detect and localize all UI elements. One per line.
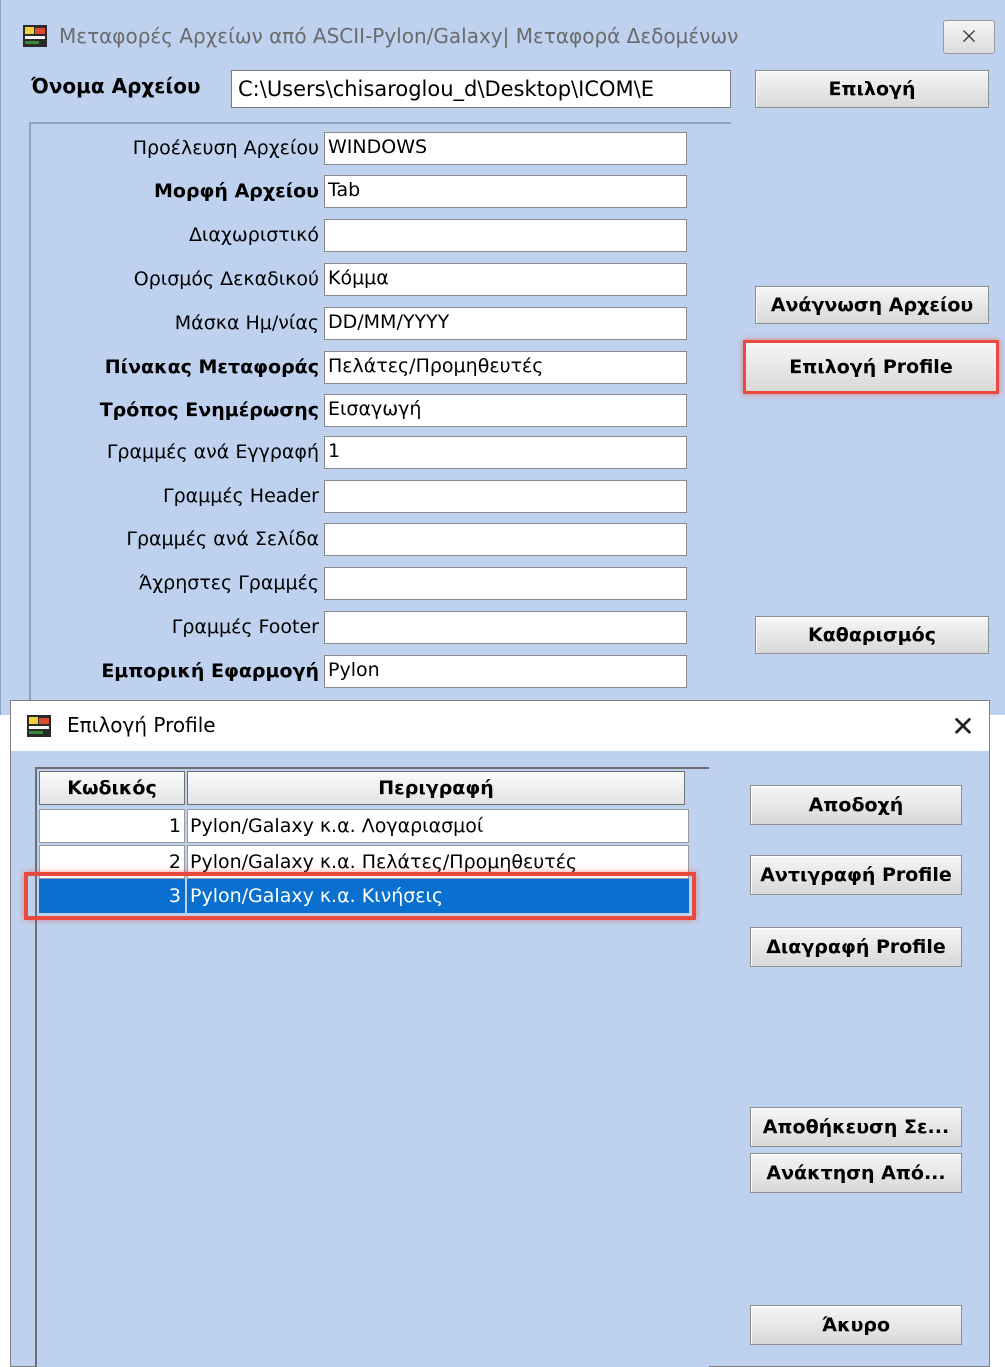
dialog-titlebar: Επιλογή Profile ✕ [11,701,989,751]
field-label-lines-per-record: Γραμμές ανά Εγγραφή [106,441,319,463]
main-window: Μεταφορές Αρχείων από ASCII-Pylon/Galaxy… [0,0,1005,722]
field-label-file-format: Μορφή Αρχείου [154,180,319,202]
field-label-date-mask: Μάσκα Ημ/νίας [174,312,319,334]
cancel-button[interactable]: Άκυρο [750,1305,962,1345]
field-label-separator: Διαχωριστικό [188,224,319,246]
read-file-button[interactable]: Ανάγνωση Αρχείου [755,286,989,324]
delete-profile-button[interactable]: Διαγραφή Profile [750,927,962,967]
field-label-commercial-app: Εμπορική Εφαρμογή [101,660,319,682]
field-label-file-origin: Προέλευση Αρχείου [132,137,319,159]
field-file-format[interactable]: Tab [324,175,687,208]
close-icon[interactable]: ✕ [943,707,983,747]
clear-button[interactable]: Καθαρισμός [755,616,989,654]
main-window-title: Μεταφορές Αρχείων από ASCII-Pylon/Galaxy… [59,24,739,48]
field-update-mode[interactable]: Εισαγωγή [324,394,687,427]
table-row[interactable]: 1 Pylon/Galaxy κ.α. Λογαριασμοί [39,809,689,843]
field-label-update-mode: Τρόπος Ενημέρωσης [99,399,319,421]
field-separator[interactable] [324,219,687,252]
field-footer-lines[interactable] [324,611,687,644]
field-label-transfer-table: Πίνακας Μεταφοράς [104,356,319,378]
close-icon[interactable]: ⨉ [943,20,995,54]
app-icon [23,25,47,47]
app-icon [27,715,51,737]
field-date-mask[interactable]: DD/MM/YYYY [324,307,687,340]
select-file-button[interactable]: Επιλογή [755,70,989,108]
field-commercial-app[interactable]: Pylon [324,655,687,688]
field-lines-per-page[interactable] [324,523,687,556]
column-header-description[interactable]: Περιγραφή [187,771,685,805]
field-transfer-table[interactable]: Πελάτες/Προμηθευτές [324,351,687,384]
field-unused-lines[interactable] [324,567,687,600]
profile-grid: Κωδικός Περιγραφή 1 Pylon/Galaxy κ.α. Λο… [35,767,709,1367]
field-decimal[interactable]: Κόμμα [324,263,687,296]
save-to-button[interactable]: Αποθήκευση Σε... [750,1107,962,1147]
field-label-footer-lines: Γραμμές Footer [171,616,319,638]
copy-profile-button[interactable]: Αντιγραφή Profile [750,855,962,895]
field-label-decimal: Ορισμός Δεκαδικού [133,268,319,290]
field-lines-per-record[interactable]: 1 [324,436,687,469]
restore-from-button[interactable]: Ανάκτηση Από... [750,1153,962,1193]
field-file-origin[interactable]: WINDOWS [324,132,687,165]
cell-description: Pylon/Galaxy κ.α. Λογαριασμοί [187,809,689,843]
file-name-input[interactable]: C:\Users\chisaroglou_d\Desktop\ICOM\E [231,70,731,108]
selected-row-highlight [24,872,696,920]
select-profile-dialog: Επιλογή Profile ✕ Κωδικός Περιγραφή 1 Py… [10,700,990,1367]
dialog-title: Επιλογή Profile [67,713,216,737]
file-name-label: Όνομα Αρχείου [31,74,201,98]
accept-button[interactable]: Αποδοχή [750,785,962,825]
field-label-header-lines: Γραμμές Header [163,485,319,507]
column-header-code[interactable]: Κωδικός [39,771,185,805]
field-label-lines-per-page: Γραμμές ανά Σελίδα [126,528,319,550]
select-profile-button[interactable]: Επιλογή Profile [743,340,999,394]
field-header-lines[interactable] [324,480,687,513]
cell-code: 1 [39,809,185,843]
field-label-unused-lines: Άχρηστες Γραμμές [139,572,319,594]
